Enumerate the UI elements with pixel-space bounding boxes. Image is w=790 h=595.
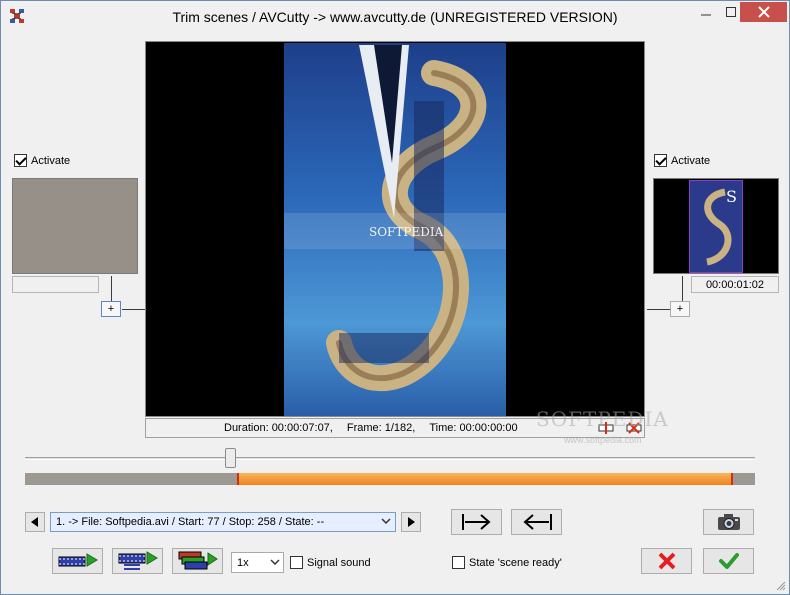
signal-sound-row[interactable]: Signal sound — [290, 556, 371, 569]
scene-select-value: 1. -> File: Softpedia.avi / Start: 77 / … — [56, 516, 325, 528]
duration-text: Duration: 00:00:07:07, — [224, 422, 333, 434]
previous-scene-button[interactable] — [25, 512, 45, 532]
end-time-field: 00:00:01:02 — [691, 276, 779, 293]
close-button[interactable] — [740, 2, 787, 22]
jump-to-start-marker-icon — [461, 514, 491, 530]
resize-grip-icon[interactable] — [774, 579, 786, 591]
left-connector-horizontal — [122, 309, 145, 310]
playback-speed-value: 1x — [237, 556, 249, 569]
right-activate-checkbox[interactable] — [654, 154, 667, 167]
right-activate-row[interactable]: Activate — [654, 154, 710, 167]
frame-text: Frame: 1/182, — [346, 422, 416, 434]
jump-to-start-marker-button[interactable] — [451, 509, 502, 535]
left-connector-vertical — [111, 276, 112, 301]
signal-sound-label: Signal sound — [307, 556, 371, 569]
maximize-icon — [726, 7, 736, 17]
play-scene-icon — [118, 551, 158, 570]
right-activate-label: Activate — [671, 154, 711, 167]
camera-icon — [717, 514, 740, 530]
jump-to-end-marker-icon — [522, 514, 552, 530]
signal-sound-checkbox[interactable] — [290, 556, 303, 569]
left-activate-label: Activate — [31, 154, 71, 167]
playback-speed-select[interactable]: 1x — [231, 552, 284, 573]
right-plus-button[interactable]: + — [670, 301, 690, 317]
cancel-button[interactable] — [641, 548, 692, 574]
window-title: Trim scenes / AVCutty -> www.avcutty.de … — [172, 8, 618, 25]
close-icon — [757, 6, 770, 18]
svg-text:S: S — [726, 187, 737, 206]
scene-selection-range[interactable] — [237, 473, 733, 485]
scene-ready-label: State 'scene ready' — [469, 556, 562, 569]
arrow-left-icon — [31, 517, 38, 527]
scene-timeline[interactable] — [25, 473, 755, 485]
title-bar: Trim scenes / AVCutty -> www.avcutty.de … — [1, 1, 789, 32]
end-frame-thumbnail: S — [653, 178, 779, 274]
next-scene-button[interactable] — [401, 512, 421, 532]
jump-to-end-marker-button[interactable] — [511, 509, 562, 535]
arrow-right-icon — [408, 517, 415, 527]
left-plus-button[interactable]: + — [101, 301, 121, 317]
watermark-text: SOFTPEDIA — [536, 407, 669, 431]
watermark-url: www.softpedia.com — [564, 435, 642, 445]
minimize-icon — [701, 14, 711, 16]
scene-ready-row[interactable]: State 'scene ready' — [452, 556, 562, 569]
scene-ready-checkbox[interactable] — [452, 556, 465, 569]
ok-button[interactable] — [703, 548, 754, 574]
position-slider-track[interactable] — [25, 457, 755, 460]
snapshot-button[interactable] — [703, 509, 754, 535]
start-frame-thumbnail — [12, 178, 138, 274]
app-icon[interactable] — [9, 8, 25, 24]
left-activate-row[interactable]: Activate — [14, 154, 70, 167]
play-film-button[interactable] — [52, 548, 103, 574]
chevron-down-icon — [381, 518, 391, 525]
right-connector-vertical — [682, 276, 683, 301]
scene-select[interactable]: 1. -> File: Softpedia.avi / Start: 77 / … — [50, 512, 396, 532]
play-scene-button[interactable] — [112, 548, 163, 574]
ok-check-icon — [718, 553, 739, 569]
chevron-down-icon — [270, 559, 280, 566]
video-preview[interactable]: SOFTPEDIA — [145, 41, 645, 417]
play-all-scenes-icon — [178, 551, 218, 570]
right-connector-horizontal — [647, 309, 670, 310]
video-frame-image: SOFTPEDIA — [284, 43, 506, 416]
start-time-field — [12, 276, 99, 293]
play-all-scenes-button[interactable] — [172, 548, 223, 574]
trim-scenes-window: Trim scenes / AVCutty -> www.avcutty.de … — [0, 0, 790, 595]
play-film-icon — [58, 553, 98, 567]
time-text: Time: 00:00:00:00 — [429, 422, 518, 434]
position-slider-thumb[interactable] — [225, 448, 236, 468]
cancel-x-icon — [658, 552, 675, 570]
end-frame-image: S — [689, 180, 743, 273]
left-activate-checkbox[interactable] — [14, 154, 27, 167]
